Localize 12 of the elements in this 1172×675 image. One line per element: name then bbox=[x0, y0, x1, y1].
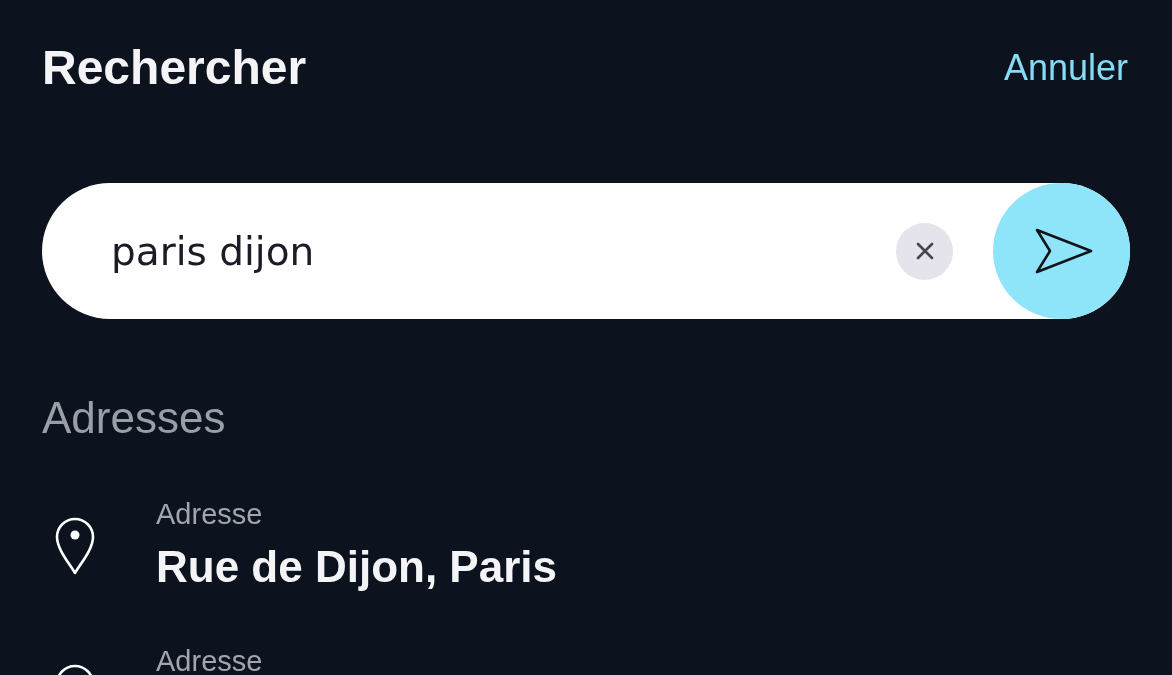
result-type-label[interactable]: Adresse bbox=[156, 645, 263, 675]
map-pin-icon bbox=[55, 517, 95, 575]
paper-plane-icon bbox=[1034, 228, 1093, 274]
result-type-label[interactable]: Adresse bbox=[156, 498, 263, 530]
result-address[interactable]: Rue de Dijon, Paris bbox=[156, 543, 557, 591]
search-field[interactable]: paris dijon bbox=[42, 183, 1130, 319]
clear-button[interactable] bbox=[896, 222, 953, 280]
close-icon bbox=[915, 242, 934, 260]
page-title: Rechercher bbox=[42, 40, 307, 96]
section-heading: Adresses bbox=[42, 394, 226, 442]
cancel-link[interactable]: Annuler bbox=[1003, 46, 1128, 90]
search-input[interactable]: paris dijon bbox=[111, 223, 876, 279]
